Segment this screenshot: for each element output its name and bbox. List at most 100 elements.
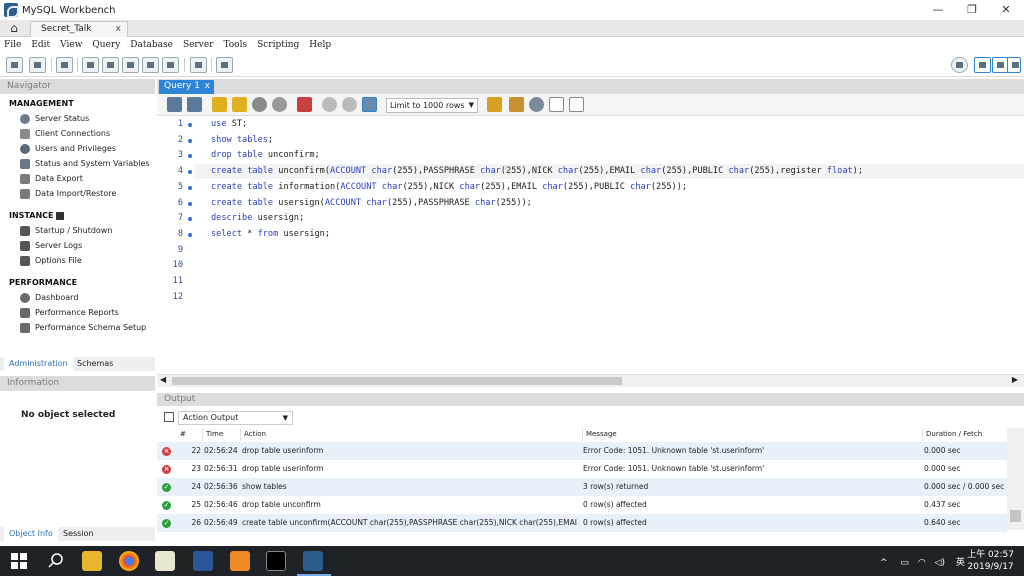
create-view-icon[interactable]: [122, 57, 139, 73]
autocommit-icon[interactable]: [362, 97, 377, 112]
scrollbar-thumb[interactable]: [172, 377, 622, 385]
commit-icon[interactable]: [322, 97, 337, 112]
close-connection-tab-icon[interactable]: x: [116, 22, 121, 36]
preferences-gear-icon[interactable]: [951, 57, 968, 73]
system-tray[interactable]: ^ ▭ ◠ ◁) 英: [880, 555, 965, 568]
word-icon[interactable]: [193, 551, 213, 571]
create-function-icon[interactable]: [162, 57, 179, 73]
tab-administration[interactable]: Administration: [4, 357, 73, 371]
ime-indicator[interactable]: 英: [956, 558, 965, 568]
network-icon[interactable]: ▭: [900, 558, 909, 568]
new-sql-tab-icon[interactable]: [6, 57, 23, 73]
terminal-icon[interactable]: [266, 551, 286, 571]
sublime-text-icon[interactable]: [230, 551, 250, 571]
add-snippet-icon[interactable]: [487, 97, 502, 112]
menu-edit[interactable]: Edit: [31, 40, 50, 50]
scrollbar-thumb[interactable]: [1010, 510, 1021, 522]
nav-server-logs[interactable]: Server Logs: [20, 239, 82, 252]
menu-file[interactable]: File: [4, 40, 21, 50]
file-explorer-icon[interactable]: [82, 551, 102, 571]
menu-database[interactable]: Database: [130, 40, 173, 50]
volume-icon[interactable]: ◁): [935, 558, 945, 568]
execute-icon[interactable]: [212, 97, 227, 112]
nav-users-privileges[interactable]: Users and Privileges: [20, 142, 116, 155]
output-row[interactable]: ✓ 26 02:56:49 create table unconfirm(ACCOUN…: [157, 514, 1007, 532]
nav-dashboard[interactable]: Dashboard: [20, 291, 78, 304]
open-file-icon[interactable]: [167, 97, 182, 112]
minimize-button[interactable]: —: [922, 0, 954, 20]
code-line[interactable]: use ST;: [211, 119, 247, 129]
nav-server-status[interactable]: Server Status: [20, 112, 89, 125]
code-line[interactable]: select * from usersign;: [211, 229, 330, 239]
app-icon[interactable]: [155, 551, 175, 571]
menu-tools[interactable]: Tools: [223, 40, 247, 50]
code-line[interactable]: drop table unconfirm;: [211, 150, 320, 160]
create-procedure-icon[interactable]: [142, 57, 159, 73]
col-message[interactable]: Message: [582, 428, 617, 441]
home-tab-icon[interactable]: ⌂: [0, 20, 28, 37]
word-wrap-icon[interactable]: [569, 97, 584, 112]
output-row[interactable]: × 23 02:56:31 drop table userinform Error Co…: [157, 460, 1007, 478]
menu-query[interactable]: Query: [92, 40, 120, 50]
toggle-secondary-sidebar-icon[interactable]: [1007, 57, 1021, 73]
rollback-icon[interactable]: [342, 97, 357, 112]
close-window-button[interactable]: ✕: [990, 0, 1022, 20]
scroll-right-icon[interactable]: ▶: [1012, 375, 1018, 384]
output-type-select[interactable]: Action Output ▼: [178, 411, 293, 425]
code-line[interactable]: create table usersign(ACCOUNT char(255),…: [211, 198, 532, 208]
wifi-icon[interactable]: ◠: [918, 558, 926, 568]
chrome-icon[interactable]: [119, 551, 139, 571]
nav-startup-shutdown[interactable]: Startup / Shutdown: [20, 224, 112, 237]
create-table-icon[interactable]: [102, 57, 119, 73]
inspector-icon[interactable]: [56, 57, 73, 73]
col-duration[interactable]: Duration / Fetch: [922, 428, 982, 441]
open-sql-script-icon[interactable]: [29, 57, 46, 73]
nav-status-variables[interactable]: Status and System Variables: [20, 157, 150, 170]
tab-session[interactable]: Session: [58, 527, 99, 541]
taskbar-clock[interactable]: 上午 02:57 2019/9/17: [967, 549, 1014, 573]
toggle-sidebar-icon[interactable]: [974, 57, 991, 73]
maximize-button[interactable]: ❐: [956, 0, 988, 20]
connection-tab[interactable]: Secret_Talk x: [30, 21, 128, 37]
code-line[interactable]: show tables;: [211, 135, 273, 145]
nav-data-export[interactable]: Data Export: [20, 172, 83, 185]
explain-icon[interactable]: [252, 97, 267, 112]
close-query-tab-icon[interactable]: x: [205, 80, 210, 93]
code-line[interactable]: create table information(ACCOUNT char(25…: [211, 182, 687, 192]
windows-start-icon[interactable]: [10, 552, 28, 570]
query-tab[interactable]: Query 1 x: [159, 80, 214, 94]
execute-current-icon[interactable]: [232, 97, 247, 112]
nav-performance-schema[interactable]: Performance Schema Setup: [20, 321, 146, 334]
scroll-left-icon[interactable]: ◀: [160, 375, 166, 384]
mysql-workbench-taskbar-icon[interactable]: [303, 551, 323, 571]
save-icon[interactable]: [187, 97, 202, 112]
output-row[interactable]: × 22 02:56:24 drop table userinform Error Co…: [157, 442, 1007, 460]
copy-output-icon[interactable]: [164, 412, 174, 422]
nav-client-connections[interactable]: Client Connections: [20, 127, 110, 140]
menu-server[interactable]: Server: [183, 40, 214, 50]
tab-schemas[interactable]: Schemas: [72, 357, 118, 371]
menu-view[interactable]: View: [60, 40, 82, 50]
search-table-data-icon[interactable]: [190, 57, 207, 73]
nav-performance-reports[interactable]: Performance Reports: [20, 306, 119, 319]
output-row[interactable]: ✓ 24 02:56:36 show tables 3 row(s) returned 0…: [157, 478, 1007, 496]
editor-horizontal-scrollbar[interactable]: ◀ ▶: [157, 374, 1024, 387]
col-action[interactable]: Action: [240, 428, 266, 441]
stop-icon[interactable]: [272, 97, 287, 112]
nav-data-import[interactable]: Data Import/Restore: [20, 187, 116, 200]
create-schema-icon[interactable]: [82, 57, 99, 73]
tab-object-info[interactable]: Object Info: [4, 527, 58, 541]
output-vertical-scrollbar[interactable]: [1007, 428, 1024, 530]
reconnect-icon[interactable]: [216, 57, 233, 73]
menu-help[interactable]: Help: [309, 40, 331, 50]
find-icon[interactable]: [529, 97, 544, 112]
nav-options-file[interactable]: Options File: [20, 254, 82, 267]
sql-editor[interactable]: 1 use ST; 2 show tables; 3 drop table unconfi…: [157, 116, 1024, 374]
col-time[interactable]: Time: [202, 428, 223, 441]
search-icon[interactable]: [46, 551, 66, 571]
tray-expand-icon[interactable]: ^: [880, 558, 888, 568]
invisible-chars-icon[interactable]: [549, 97, 564, 112]
output-row[interactable]: ✓ 25 02:56:46 drop table unconfirm 0 row(s) …: [157, 496, 1007, 514]
code-line[interactable]: create table unconfirm(ACCOUNT char(255)…: [211, 166, 863, 176]
beautify-icon[interactable]: [509, 97, 524, 112]
